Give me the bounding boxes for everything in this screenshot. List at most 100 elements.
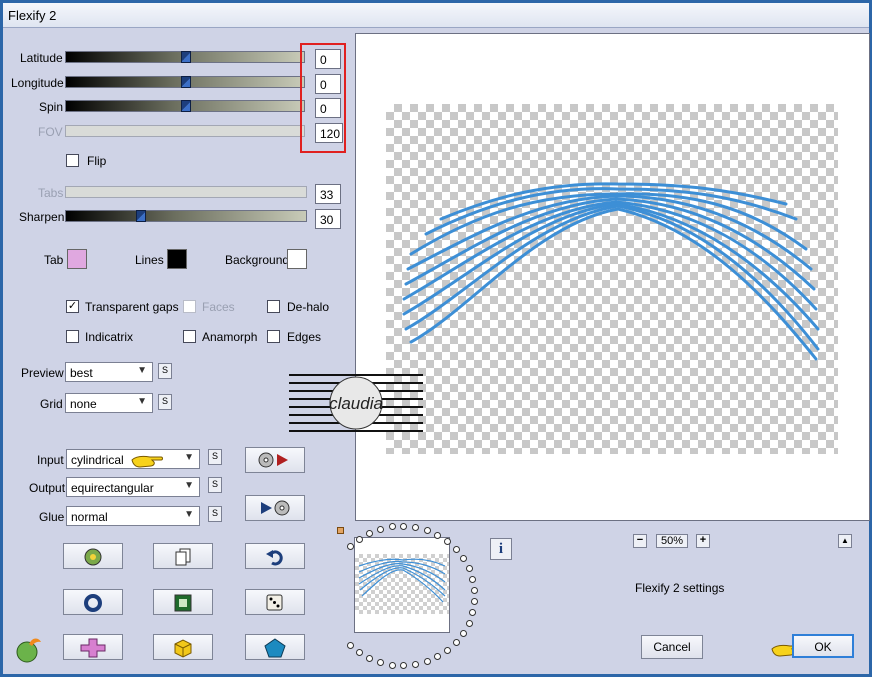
info-button[interactable]: i: [490, 538, 512, 560]
frame-button[interactable]: [153, 589, 213, 615]
frame-icon: [174, 594, 192, 612]
pentagon-icon: [264, 638, 286, 658]
glue-select[interactable]: normal ▼: [66, 506, 200, 526]
longitude-thumb[interactable]: [181, 76, 191, 88]
load-preset-button[interactable]: [245, 447, 305, 473]
preview-s-button[interactable]: S: [158, 363, 172, 379]
plus-shape-button[interactable]: [63, 634, 123, 660]
disc-arrow-icon: [258, 452, 288, 468]
navigator-ring-dot[interactable]: [377, 659, 385, 667]
navigator-ring-dot[interactable]: [423, 526, 431, 534]
transparent-gaps-checkbox[interactable]: ✓: [66, 300, 79, 313]
navigator-ring-dot[interactable]: [412, 661, 420, 669]
spin-slider[interactable]: [65, 100, 305, 112]
ok-button[interactable]: OK: [792, 634, 854, 658]
edges-checkbox[interactable]: [267, 330, 280, 343]
navigator-ring-dot[interactable]: [366, 655, 374, 663]
navigator-ring-dot[interactable]: [434, 531, 442, 539]
spin-thumb[interactable]: [181, 100, 191, 112]
longitude-label: Longitude: [11, 76, 64, 90]
flip-label: Flip: [87, 154, 107, 168]
navigator-ring-dot[interactable]: [412, 523, 420, 531]
navigator-thumbnail[interactable]: [354, 537, 450, 633]
glue-s-button[interactable]: S: [208, 506, 222, 522]
navigator-ring-dot[interactable]: [400, 662, 408, 670]
navigator-ring-dot[interactable]: [346, 543, 354, 550]
transparent-gaps-label: Transparent gaps: [85, 300, 179, 314]
cancel-button[interactable]: Cancel: [641, 635, 703, 659]
sharpen-slider[interactable]: [65, 210, 307, 222]
zoom-in-button[interactable]: +: [696, 534, 710, 548]
latitude-slider[interactable]: [65, 51, 305, 63]
navigator-ring-dot[interactable]: [465, 564, 473, 572]
sharpen-label: Sharpen: [19, 210, 65, 224]
glue-select-value: normal: [71, 510, 108, 524]
navigator-ring-dot[interactable]: [355, 649, 363, 657]
copy-button[interactable]: [153, 543, 213, 569]
grid-select[interactable]: none ▼: [65, 393, 153, 413]
navigator-ring-dot[interactable]: [444, 537, 452, 545]
navigator-ring-dot[interactable]: [400, 522, 408, 530]
anamorph-checkbox[interactable]: [183, 330, 196, 343]
navigator-ring-dot[interactable]: [469, 575, 477, 583]
grid-label: Grid: [40, 397, 63, 411]
output-s-button[interactable]: S: [208, 477, 222, 493]
preview-canvas[interactable]: [355, 33, 870, 521]
latitude-label: Latitude: [20, 51, 63, 65]
navigator-ring-dot[interactable]: [460, 554, 467, 562]
input-select-value: cylindrical: [71, 453, 124, 467]
navigator-ring-dot[interactable]: [423, 658, 431, 666]
navigator-ring-dot[interactable]: [346, 641, 354, 649]
navigator-ring-dot[interactable]: [366, 529, 374, 537]
title-bar: Flexify 2: [3, 3, 869, 28]
tabs-input[interactable]: 33: [315, 184, 341, 204]
faces-checkbox: [183, 300, 196, 313]
sharpen-thumb[interactable]: [136, 210, 146, 222]
scroll-up-button[interactable]: ▲: [838, 534, 852, 548]
grid-select-value: none: [70, 397, 97, 411]
navigator-ring-dot[interactable]: [388, 523, 396, 531]
chevron-down-icon: ▼: [184, 480, 194, 491]
tab-color-swatch[interactable]: [67, 249, 87, 269]
navigator-ring-dot[interactable]: [434, 653, 442, 661]
chevron-down-icon: ▼: [137, 396, 147, 407]
navigator-ring-dot[interactable]: [444, 647, 452, 655]
navigator-ring-dot[interactable]: [471, 598, 479, 606]
undo-button[interactable]: [245, 543, 305, 569]
undo-icon: [266, 550, 283, 566]
preview-select[interactable]: best ▼: [65, 362, 153, 382]
indicatrix-checkbox[interactable]: [66, 330, 79, 343]
navigator-ring-dot[interactable]: [355, 535, 363, 543]
navigator-ring-dot[interactable]: [377, 525, 385, 533]
navigator-handle[interactable]: [337, 527, 344, 534]
navigator-ring-dot[interactable]: [471, 586, 479, 594]
claudia-watermark-logo: claudia: [289, 374, 423, 432]
sharpen-input[interactable]: 30: [315, 209, 341, 229]
navigator-ring-dot[interactable]: [469, 609, 477, 617]
de-halo-checkbox[interactable]: [267, 300, 280, 313]
randomize-button[interactable]: [63, 543, 123, 569]
zoom-out-button[interactable]: −: [633, 534, 647, 548]
pentagon-button[interactable]: [245, 634, 305, 660]
ring-button[interactable]: [63, 589, 123, 615]
background-color-label: Background: [225, 253, 290, 267]
window-title: Flexify 2: [8, 8, 57, 23]
navigator-ring-dot[interactable]: [452, 639, 460, 647]
dice-button[interactable]: [245, 589, 305, 615]
info-icon: i: [498, 541, 504, 557]
grid-s-button[interactable]: S: [158, 394, 172, 410]
background-color-swatch[interactable]: [287, 249, 307, 269]
latitude-thumb[interactable]: [181, 51, 191, 63]
tabs-slider: [65, 186, 307, 198]
navigator-ring-dot[interactable]: [465, 620, 473, 628]
input-s-button[interactable]: S: [208, 449, 222, 465]
flip-checkbox[interactable]: [66, 154, 79, 167]
navigator-ring-dot[interactable]: [460, 630, 467, 638]
save-preset-button[interactable]: [245, 495, 305, 521]
navigator-ring-dot[interactable]: [388, 661, 396, 669]
navigator-ring-dot[interactable]: [452, 545, 460, 553]
cube-button[interactable]: [153, 634, 213, 660]
output-select[interactable]: equirectangular ▼: [66, 477, 200, 497]
lines-color-swatch[interactable]: [167, 249, 187, 269]
longitude-slider[interactable]: [65, 76, 305, 88]
